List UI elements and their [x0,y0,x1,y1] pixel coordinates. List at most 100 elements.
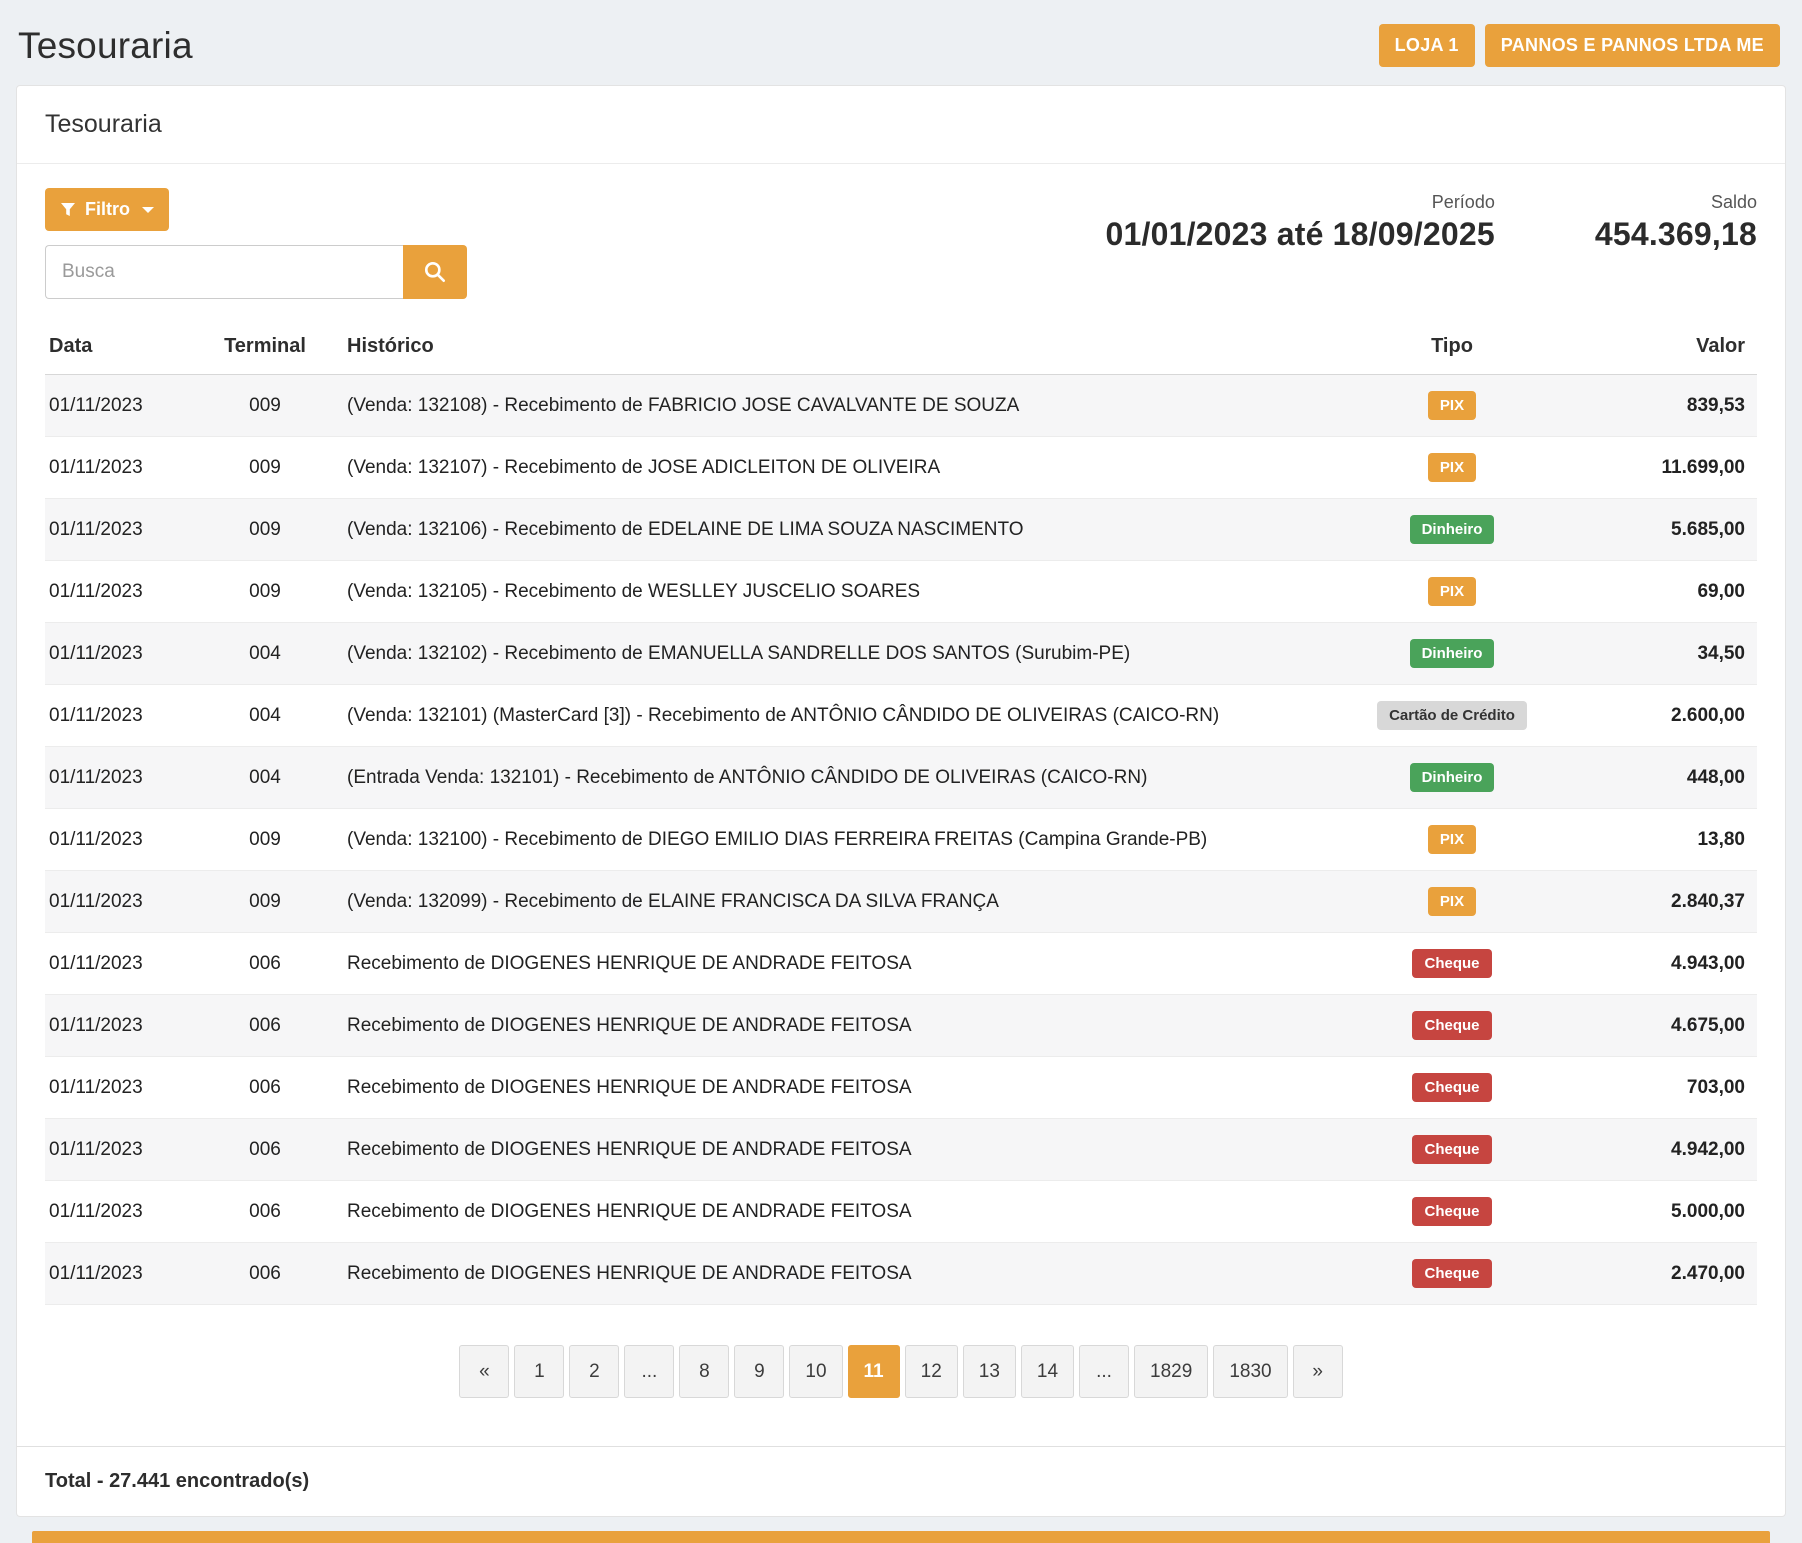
cell-data: 01/11/2023 [45,437,195,499]
chevron-down-icon [142,207,154,213]
cell-data: 01/11/2023 [45,499,195,561]
table-body: 01/11/2023 009 (Venda: 132108) - Recebim… [45,375,1757,1305]
cell-terminal: 004 [195,623,335,685]
col-header-data: Data [45,323,195,375]
cell-historico: (Venda: 132107) - Recebimento de JOSE AD… [335,437,1337,499]
tipo-badge: Cheque [1412,1135,1491,1164]
store-button[interactable]: LOJA 1 [1379,24,1475,67]
table-row[interactable]: 01/11/2023 006 Recebimento de DIOGENES H… [45,1243,1757,1305]
tipo-badge: Cheque [1412,1073,1491,1102]
tipo-badge: Dinheiro [1410,515,1495,544]
cell-data: 01/11/2023 [45,1057,195,1119]
table-row[interactable]: 01/11/2023 009 (Venda: 132105) - Recebim… [45,561,1757,623]
tipo-badge: Cheque [1412,1011,1491,1040]
cell-terminal: 004 [195,747,335,809]
pagination-item[interactable]: ... [624,1345,674,1398]
pagination-item[interactable]: 12 [905,1345,958,1398]
cell-valor: 2.600,00 [1567,685,1757,747]
tipo-badge: Cheque [1412,1259,1491,1288]
table-row[interactable]: 01/11/2023 004 (Entrada Venda: 132101) -… [45,747,1757,809]
pagination-item[interactable]: 1829 [1134,1345,1208,1398]
cell-data: 01/11/2023 [45,1181,195,1243]
cell-valor: 5.685,00 [1567,499,1757,561]
table-header-row: Data Terminal Histórico Tipo Valor [45,323,1757,375]
cell-historico: (Venda: 132099) - Recebimento de ELAINE … [335,871,1337,933]
pagination-item[interactable]: 2 [569,1345,619,1398]
company-button[interactable]: PANNOS E PANNOS LTDA ME [1485,24,1780,67]
toolbar: Filtro Período [45,188,1757,299]
table-row[interactable]: 01/11/2023 006 Recebimento de DIOGENES H… [45,1181,1757,1243]
table-row[interactable]: 01/11/2023 006 Recebimento de DIOGENES H… [45,995,1757,1057]
cell-valor: 448,00 [1567,747,1757,809]
col-header-terminal: Terminal [195,323,335,375]
cell-valor: 4.943,00 [1567,933,1757,995]
tipo-badge: Cartão de Crédito [1377,701,1527,730]
cell-terminal: 006 [195,1181,335,1243]
cell-data: 01/11/2023 [45,933,195,995]
pagination-item[interactable]: 10 [789,1345,842,1398]
cell-historico: (Venda: 132105) - Recebimento de WESLLEY… [335,561,1337,623]
pagination-item[interactable]: 11 [848,1345,900,1398]
search-input[interactable] [45,245,403,299]
saldo-label: Saldo [1595,192,1757,213]
cell-terminal: 009 [195,561,335,623]
cell-terminal: 009 [195,375,335,437]
cell-data: 01/11/2023 [45,871,195,933]
cell-terminal: 006 [195,1243,335,1305]
table-row[interactable]: 01/11/2023 004 (Venda: 132101) (MasterCa… [45,685,1757,747]
cell-valor: 11.699,00 [1567,437,1757,499]
table-row[interactable]: 01/11/2023 009 (Venda: 132099) - Recebim… [45,871,1757,933]
cell-historico: Recebimento de DIOGENES HENRIQUE DE ANDR… [335,1243,1337,1305]
cell-data: 01/11/2023 [45,561,195,623]
cell-valor: 839,53 [1567,375,1757,437]
filter-button[interactable]: Filtro [45,188,169,231]
cell-valor: 69,00 [1567,561,1757,623]
tipo-badge: PIX [1428,391,1476,420]
table-row[interactable]: 01/11/2023 009 (Venda: 132108) - Recebim… [45,375,1757,437]
cell-terminal: 006 [195,1057,335,1119]
cell-valor: 5.000,00 [1567,1181,1757,1243]
cell-terminal: 006 [195,995,335,1057]
table-row[interactable]: 01/11/2023 006 Recebimento de DIOGENES H… [45,1119,1757,1181]
cell-historico: Recebimento de DIOGENES HENRIQUE DE ANDR… [335,1119,1337,1181]
toolbar-left: Filtro [45,188,467,299]
cell-data: 01/11/2023 [45,375,195,437]
pagination-item[interactable]: 14 [1021,1345,1074,1398]
cell-historico: Recebimento de DIOGENES HENRIQUE DE ANDR… [335,995,1337,1057]
table-row[interactable]: 01/11/2023 009 (Venda: 132106) - Recebim… [45,499,1757,561]
pagination-item[interactable]: 1830 [1213,1345,1287,1398]
pagination-item[interactable]: 8 [679,1345,729,1398]
cell-historico: Recebimento de DIOGENES HENRIQUE DE ANDR… [335,1181,1337,1243]
cell-data: 01/11/2023 [45,995,195,1057]
pagination-item[interactable]: 13 [963,1345,1016,1398]
cell-terminal: 009 [195,871,335,933]
search-group [45,245,467,299]
table-row[interactable]: 01/11/2023 006 Recebimento de DIOGENES H… [45,933,1757,995]
cell-data: 01/11/2023 [45,809,195,871]
top-header: Tesouraria LOJA 1 PANNOS E PANNOS LTDA M… [16,12,1786,85]
tesouraria-card: Tesouraria Filtro [16,85,1786,1517]
pagination-item[interactable]: ... [1079,1345,1129,1398]
cell-valor: 2.470,00 [1567,1243,1757,1305]
tipo-badge: Dinheiro [1410,763,1495,792]
cell-historico: (Venda: 132102) - Recebimento de EMANUEL… [335,623,1337,685]
card-footer: Total - 27.441 encontrado(s) [17,1446,1785,1516]
cell-terminal: 006 [195,933,335,995]
saldo-value: 454.369,18 [1595,216,1757,253]
table-row[interactable]: 01/11/2023 004 (Venda: 132102) - Recebim… [45,623,1757,685]
tipo-badge: Cheque [1412,1197,1491,1226]
table-row[interactable]: 01/11/2023 009 (Venda: 132100) - Recebim… [45,809,1757,871]
funnel-icon [60,202,76,218]
period-stat: Período 01/01/2023 até 18/09/2025 [1106,192,1495,253]
table-row[interactable]: 01/11/2023 006 Recebimento de DIOGENES H… [45,1057,1757,1119]
cell-data: 01/11/2023 [45,623,195,685]
table-row[interactable]: 01/11/2023 009 (Venda: 132107) - Recebim… [45,437,1757,499]
pagination-item[interactable]: 1 [514,1345,564,1398]
pagination-item[interactable]: 9 [734,1345,784,1398]
pagination-item[interactable]: « [459,1345,509,1398]
pagination-item[interactable]: » [1293,1345,1343,1398]
table-head: Data Terminal Histórico Tipo Valor [45,323,1757,375]
tipo-badge: PIX [1428,577,1476,606]
search-button[interactable] [403,245,467,299]
bottom-orange-bar [32,1531,1770,1543]
